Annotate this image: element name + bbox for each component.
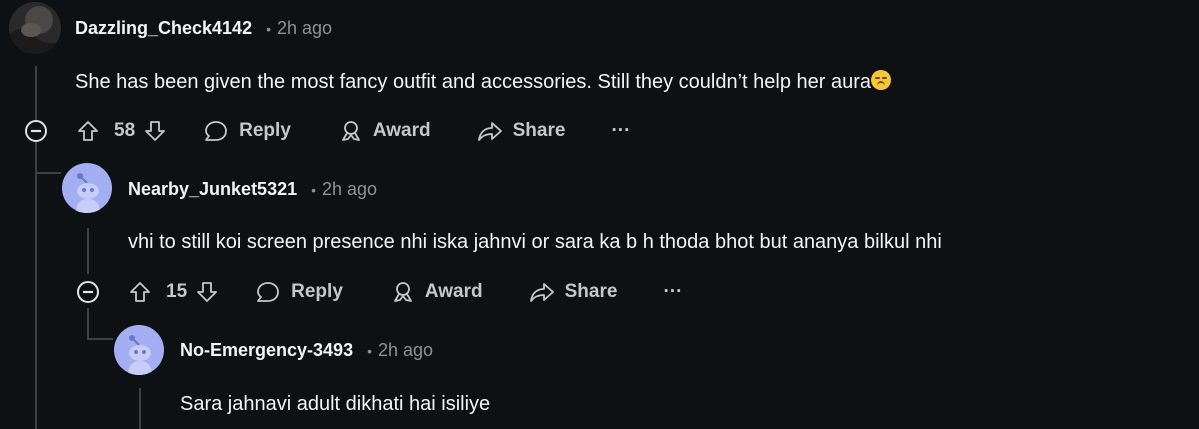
overflow-menu-icon: ··· bbox=[611, 120, 631, 141]
avatar[interactable] bbox=[9, 2, 61, 54]
timestamp[interactable]: 2h ago bbox=[322, 179, 377, 200]
downvote-icon bbox=[197, 282, 218, 302]
comment-action-bar: 15 Reply Award Share ··· bbox=[128, 274, 682, 310]
comment-action-bar: 58 Reply Award Share ··· bbox=[76, 113, 630, 149]
upvote-icon bbox=[130, 282, 150, 302]
upvote-button[interactable] bbox=[128, 280, 152, 304]
timestamp[interactable]: 2h ago bbox=[277, 18, 332, 39]
thread-line-connector-1 bbox=[35, 172, 61, 174]
username-link[interactable]: Nearby_Junket5321 bbox=[128, 179, 297, 200]
award-icon bbox=[393, 282, 412, 302]
award-icon bbox=[341, 121, 360, 141]
overflow-menu-button[interactable]: ··· bbox=[663, 281, 682, 303]
award-label: Award bbox=[424, 281, 483, 302]
reply-button[interactable]: Reply bbox=[203, 119, 291, 143]
award-button[interactable]: Award bbox=[391, 280, 483, 304]
comment-meta: Dazzling_Check4142 • 2h ago bbox=[75, 18, 332, 39]
meta-separator: • bbox=[266, 20, 271, 37]
meta-separator: • bbox=[367, 342, 372, 359]
share-icon bbox=[477, 122, 502, 141]
thread-line-connector-2 bbox=[87, 338, 113, 340]
vote-count: 58 bbox=[114, 120, 136, 141]
meta-separator: • bbox=[311, 181, 317, 198]
username-link[interactable]: Dazzling_Check4142 bbox=[75, 18, 252, 39]
avatar[interactable] bbox=[62, 163, 112, 213]
share-button[interactable]: Share bbox=[477, 119, 566, 143]
reply-icon bbox=[205, 121, 228, 141]
thread-line-level-2b[interactable] bbox=[87, 308, 89, 340]
overflow-menu-icon: ··· bbox=[663, 281, 683, 302]
award-label: Award bbox=[372, 120, 431, 141]
username-link[interactable]: No-Emergency-3493 bbox=[180, 340, 353, 361]
comment-meta: Nearby_Junket5321 • 2h ago bbox=[128, 179, 377, 200]
award-button[interactable]: Award bbox=[339, 119, 431, 143]
upvote-icon bbox=[78, 121, 98, 141]
share-icon bbox=[529, 283, 554, 302]
avatar[interactable] bbox=[114, 325, 164, 375]
timestamp[interactable]: 2h ago bbox=[378, 340, 433, 361]
reply-label: Reply bbox=[291, 281, 343, 302]
pensive-emoji-icon bbox=[871, 70, 892, 90]
downvote-button[interactable] bbox=[195, 280, 219, 304]
downvote-button[interactable] bbox=[143, 119, 167, 143]
comment-body: She has been given the most fancy outfit… bbox=[75, 70, 892, 94]
comment-body: vhi to still koi screen presence nhi isk… bbox=[128, 231, 942, 253]
comment-body: Sara jahnavi adult dikhati hai isiliye bbox=[180, 393, 491, 415]
thread-line-level-3[interactable] bbox=[139, 388, 141, 429]
snoo-avatar-icon bbox=[62, 163, 112, 213]
thread-line-level-2[interactable] bbox=[87, 228, 89, 274]
user-photo-avatar-icon bbox=[9, 2, 61, 54]
snoo-avatar-icon bbox=[114, 325, 164, 375]
reply-icon bbox=[257, 282, 280, 302]
comment-meta: No-Emergency-3493 • 2h ago bbox=[180, 340, 433, 361]
share-label: Share bbox=[512, 120, 566, 141]
comment-text: She has been given the most fancy outfit… bbox=[75, 71, 872, 93]
downvote-icon bbox=[145, 121, 166, 141]
share-label: Share bbox=[564, 281, 618, 302]
vote-count: 15 bbox=[166, 281, 188, 302]
share-button[interactable]: Share bbox=[529, 280, 618, 304]
reply-button[interactable]: Reply bbox=[255, 280, 343, 304]
upvote-button[interactable] bbox=[76, 119, 100, 143]
overflow-menu-button[interactable]: ··· bbox=[611, 120, 630, 142]
collapse-icon[interactable] bbox=[76, 280, 100, 304]
collapse-icon[interactable] bbox=[24, 119, 48, 143]
reply-label: Reply bbox=[239, 120, 291, 141]
